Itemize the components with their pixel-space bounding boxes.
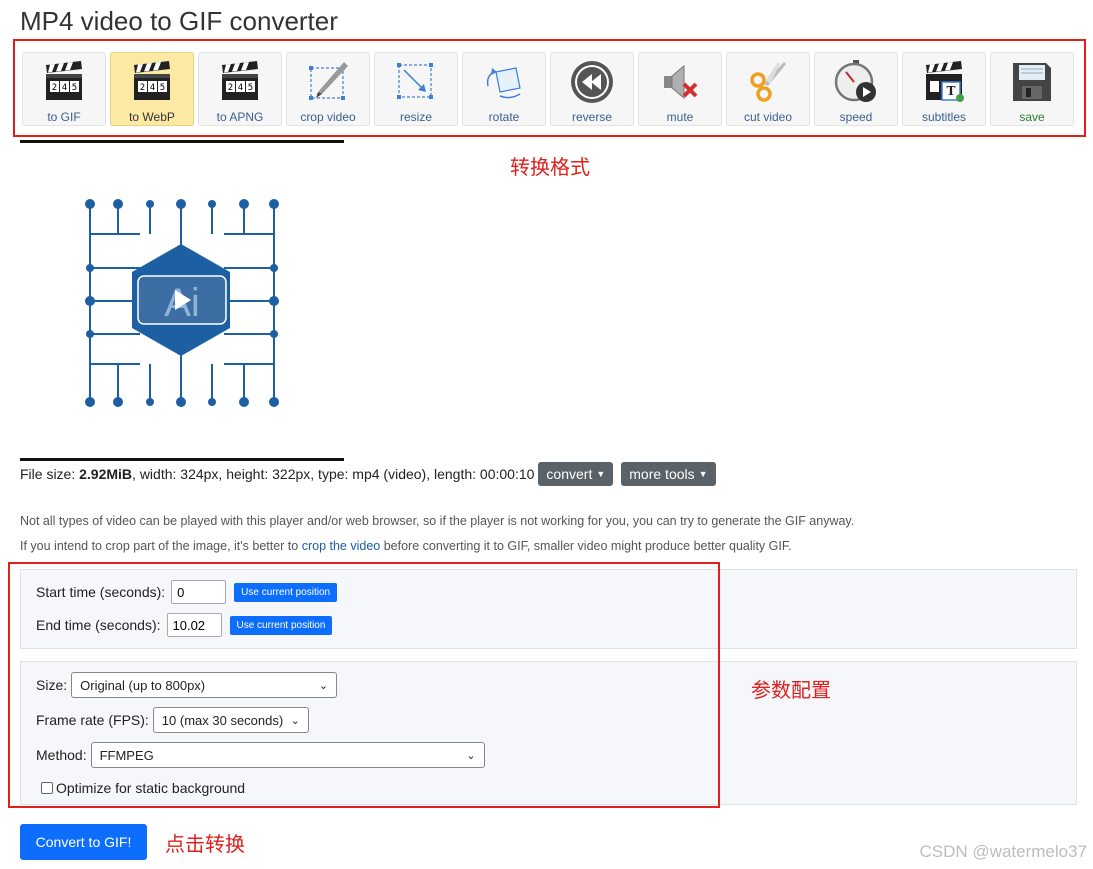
subtitles-icon: T <box>926 61 964 102</box>
mute-icon <box>664 64 698 100</box>
file-size-value: 2.92MiB <box>79 466 133 482</box>
tool-to-apng[interactable]: 2 4 5 to APNG <box>198 52 282 126</box>
rotate-icon <box>486 67 521 99</box>
tool-label: crop video <box>300 110 356 124</box>
clapperboard-icon: 2 4 5 <box>134 61 170 100</box>
watermark: CSDN @watermelo37 <box>919 842 1087 861</box>
crop-icon <box>309 62 348 100</box>
svg-text:5: 5 <box>160 83 165 93</box>
tool-label: to WebP <box>129 110 175 124</box>
tool-resize[interactable]: resize <box>374 52 458 126</box>
video-bottom-border <box>20 458 344 461</box>
annotation-click-label: 点击转换 <box>165 832 245 856</box>
crop-note-before: If you intend to crop part of the image,… <box>20 539 302 553</box>
crop-note: If you intend to crop part of the image,… <box>20 539 792 553</box>
convert-to-gif-button[interactable]: Convert to GIF! <box>20 824 147 860</box>
tool-to-webp[interactable]: 2 4 5 to WebP <box>110 52 194 126</box>
tool-label: save <box>1019 110 1045 124</box>
file-info-prefix: File size: <box>20 466 80 482</box>
convert-dropdown-button[interactable]: convert ▼ <box>538 462 614 486</box>
more-tools-label: more tools <box>629 466 695 482</box>
tool-mute[interactable]: mute <box>638 52 722 126</box>
svg-text:5: 5 <box>248 83 253 93</box>
svg-text:4: 4 <box>62 83 67 93</box>
tool-rotate[interactable]: rotate <box>462 52 546 126</box>
file-info: File size: 2.92MiB , width: 324px, heigh… <box>20 462 716 486</box>
crop-video-link[interactable]: crop the video <box>302 539 381 553</box>
tool-label: mute <box>666 110 694 124</box>
video-top-border <box>20 140 344 143</box>
svg-text:T: T <box>947 84 956 98</box>
toolbar: 2 4 5 to GIF 2 4 5 to WebP 2 4 5 to APNG… <box>22 52 1074 126</box>
caret-down-icon: ▼ <box>698 469 708 479</box>
tool-label: subtitles <box>921 110 967 124</box>
tool-subtitles[interactable]: T subtitles <box>902 52 986 126</box>
tool-label: resize <box>399 110 432 124</box>
tool-save[interactable]: save <box>990 52 1074 126</box>
svg-text:2: 2 <box>228 83 233 93</box>
tool-to-gif[interactable]: 2 4 5 to GIF <box>22 52 106 126</box>
scissors-icon <box>750 62 786 102</box>
svg-text:2: 2 <box>52 83 57 93</box>
tool-label: rotate <box>488 110 520 124</box>
annotation-format-label: 转换格式 <box>510 155 590 179</box>
params-highlight-box <box>8 562 720 808</box>
tool-label: cut video <box>743 110 793 124</box>
ai-chip-illustration: Ai <box>85 199 279 407</box>
file-info-details: , width: 324px, height: 322px, type: mp4… <box>132 466 535 482</box>
clapperboard-icon: 2 4 5 <box>46 61 82 100</box>
video-player[interactable]: Ai <box>20 144 344 456</box>
clapperboard-icon: 2 4 5 <box>222 61 258 100</box>
annotation-params-label: 参数配置 <box>751 678 831 702</box>
resize-icon <box>397 63 433 99</box>
tool-crop-video[interactable]: crop video <box>286 52 370 126</box>
player-note: Not all types of video can be played wit… <box>20 514 855 528</box>
svg-text:5: 5 <box>72 83 77 93</box>
caret-down-icon: ▼ <box>596 469 606 479</box>
stopwatch-icon <box>834 60 876 102</box>
svg-text:4: 4 <box>150 83 155 93</box>
page-title: MP4 video to GIF converter <box>20 6 338 36</box>
reverse-icon <box>571 61 613 103</box>
tool-label: reverse <box>571 110 612 124</box>
tool-label: to GIF <box>47 110 81 124</box>
tool-cut-video[interactable]: cut video <box>726 52 810 126</box>
svg-text:2: 2 <box>140 83 145 93</box>
floppy-disk-icon <box>1013 63 1051 101</box>
svg-text:4: 4 <box>238 83 243 93</box>
convert-dropdown-label: convert <box>546 466 593 482</box>
tool-label: speed <box>839 110 873 124</box>
tool-reverse[interactable]: reverse <box>550 52 634 126</box>
tool-speed[interactable]: speed <box>814 52 898 126</box>
crop-note-after: before converting it to GIF, smaller vid… <box>380 539 792 553</box>
tool-label: to APNG <box>216 110 264 124</box>
more-tools-dropdown-button[interactable]: more tools ▼ <box>621 462 716 486</box>
